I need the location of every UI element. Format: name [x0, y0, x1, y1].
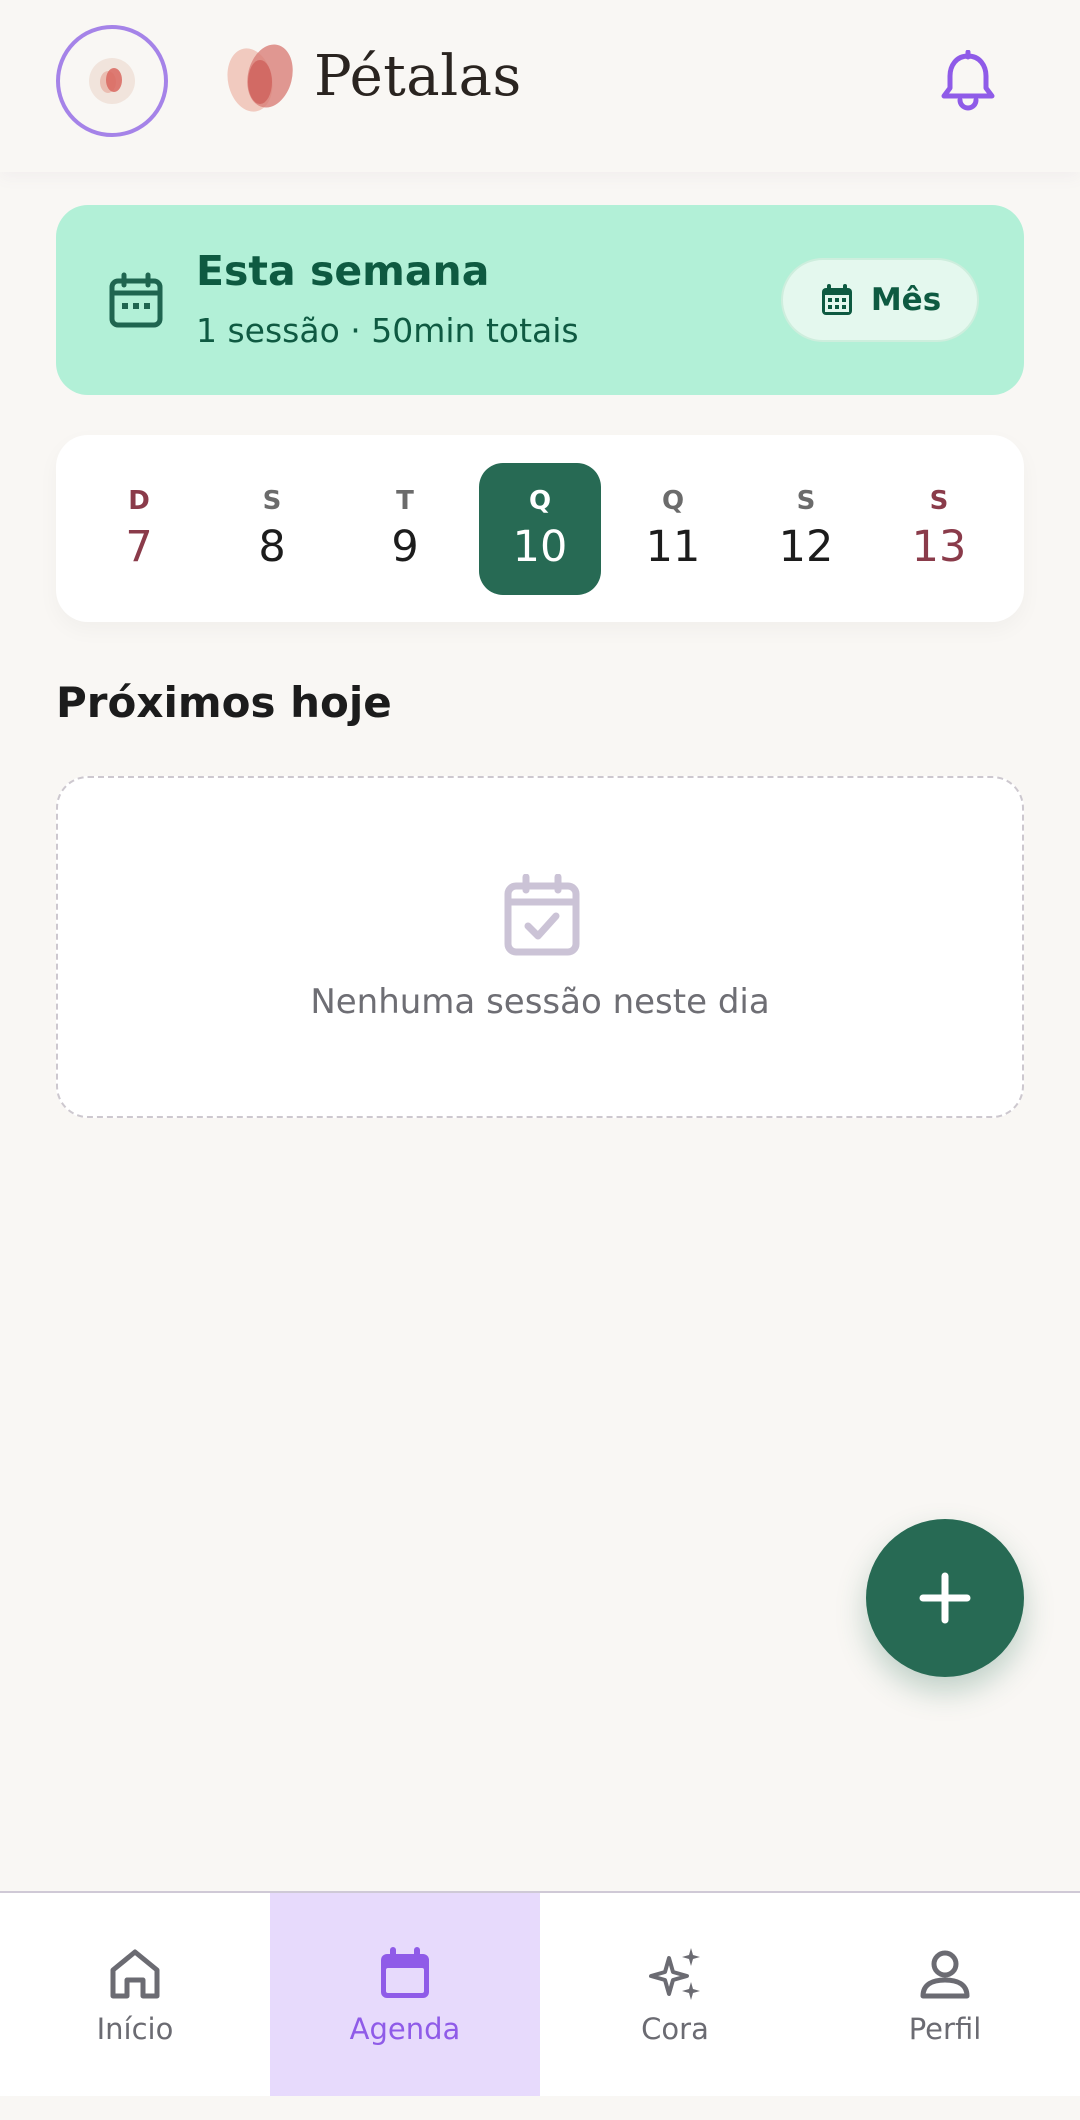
nav-label: Perfil: [908, 2011, 982, 2046]
nav-label: Cora: [641, 2011, 709, 2046]
petal-logo-icon: [89, 58, 135, 104]
nav-label: Agenda: [349, 2011, 461, 2046]
week-title: Esta semana: [196, 247, 490, 295]
day-letter: S: [262, 486, 282, 516]
top-app-bar: Pétalas: [0, 0, 1080, 172]
calendar-icon: [381, 1946, 429, 1998]
day-10-selected[interactable]: Q 10: [479, 463, 601, 595]
day-number: 13: [911, 522, 967, 572]
calendar-grid-icon: [821, 284, 852, 315]
day-number: 11: [645, 522, 701, 572]
section-title-upcoming: Próximos hoje: [56, 678, 392, 727]
day-13[interactable]: S 13: [878, 463, 1000, 595]
day-letter: T: [396, 486, 414, 516]
empty-state: Nenhuma sessão neste dia: [56, 776, 1024, 1118]
day-12[interactable]: S 12: [745, 463, 867, 595]
day-number: 12: [778, 522, 834, 572]
app-title: Pétalas: [314, 44, 522, 109]
day-8[interactable]: S 8: [211, 463, 333, 595]
day-number: 9: [391, 522, 419, 572]
empty-state-text: Nenhuma sessão neste dia: [310, 982, 770, 1022]
profile-avatar[interactable]: [56, 25, 168, 137]
day-selector: D 7 S 8 T 9 Q 10 Q 11 S 12 S 13: [56, 435, 1024, 622]
petals-logo-icon: [227, 44, 293, 112]
day-7[interactable]: D 7: [78, 463, 200, 595]
month-button-label: Mês: [870, 282, 942, 318]
day-letter: Q: [661, 486, 685, 516]
bell-icon[interactable]: [938, 50, 998, 112]
day-letter: S: [929, 486, 949, 516]
add-session-button[interactable]: [866, 1519, 1024, 1677]
day-11[interactable]: Q 11: [612, 463, 734, 595]
nav-item-cora[interactable]: Cora: [540, 1893, 810, 2096]
day-letter: S: [796, 486, 816, 516]
nav-item-agenda[interactable]: Agenda: [270, 1893, 540, 2096]
month-view-button[interactable]: Mês: [781, 258, 979, 342]
calendar-icon: [109, 272, 163, 328]
day-number: 10: [512, 522, 568, 572]
week-subtitle: 1 sessão · 50min totais: [196, 311, 579, 350]
calendar-check-icon: [504, 874, 580, 956]
nav-label: Início: [96, 2011, 174, 2046]
sparkles-icon: [649, 1947, 700, 2000]
day-number: 8: [258, 522, 286, 572]
person-icon: [920, 1950, 970, 1998]
day-number: 7: [125, 522, 153, 572]
week-summary-card: Esta semana 1 sessão · 50min totais Mês: [56, 205, 1024, 395]
home-icon: [110, 1949, 160, 1998]
plus-icon: [919, 1572, 971, 1624]
bottom-navigation: Início Agenda Cora Perfil: [0, 1891, 1080, 2096]
nav-item-perfil[interactable]: Perfil: [810, 1893, 1080, 2096]
day-letter: Q: [528, 486, 552, 516]
day-letter: D: [128, 486, 150, 516]
nav-item-inicio[interactable]: Início: [0, 1893, 270, 2096]
day-9[interactable]: T 9: [344, 463, 466, 595]
